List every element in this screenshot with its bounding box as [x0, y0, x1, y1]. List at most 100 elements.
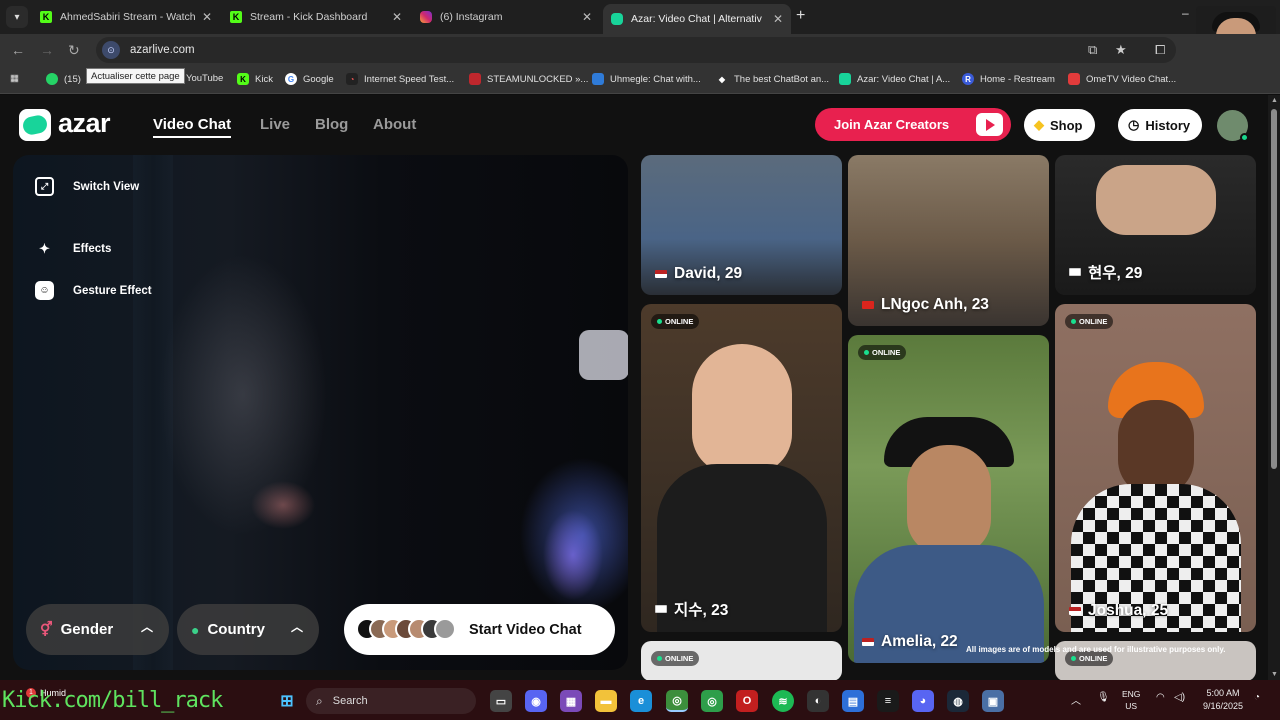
- clock-icon: ◷: [1128, 117, 1140, 132]
- tab-azar[interactable]: Azar: Video Chat | Alternativ ✕: [603, 4, 791, 34]
- reload-icon[interactable]: ↻: [68, 42, 80, 59]
- effects-button[interactable]: ✦ Effects: [35, 239, 111, 258]
- switch-view-button[interactable]: ⤢ Switch View: [35, 177, 139, 196]
- scroll-up-icon[interactable]: ▲: [1271, 97, 1278, 104]
- opera-icon[interactable]: O: [736, 690, 758, 712]
- nav-live[interactable]: Live: [260, 116, 290, 133]
- bookmark-azar[interactable]: Azar: Video Chat | A...: [839, 73, 950, 85]
- search-label: Search: [332, 695, 368, 707]
- close-icon[interactable]: ✕: [202, 10, 212, 24]
- profile-card[interactable]: LNgọc Anh, 23: [848, 155, 1049, 326]
- bookmark-speedtest[interactable]: ◔ Internet Speed Test...: [346, 73, 454, 85]
- window-app-icon[interactable]: ▣: [982, 690, 1004, 712]
- store-icon[interactable]: ▦: [560, 690, 582, 712]
- nav-video-chat[interactable]: Video Chat: [153, 116, 232, 138]
- install-app-icon[interactable]: ⧉: [1088, 42, 1097, 58]
- profile-card[interactable]: ONLINE 지수, 23: [641, 304, 842, 632]
- file-explorer-icon[interactable]: ▬: [595, 690, 617, 712]
- gesture-effect-button[interactable]: ☺ Gesture Effect: [35, 281, 152, 300]
- spotify-icon[interactable]: ≋: [772, 690, 794, 712]
- tab-title: Azar: Video Chat | Alternativ: [631, 13, 762, 25]
- bookmark-steamunlocked[interactable]: STEAMUNLOCKED »...: [469, 73, 588, 85]
- azar-logo-icon[interactable]: [19, 109, 51, 141]
- notification-bell-icon[interactable]: ◔: [1254, 692, 1260, 703]
- chevron-up-icon: ︿: [290, 620, 303, 634]
- tab-kick-dashboard[interactable]: K Stream - Kick Dashboard ✕: [222, 4, 410, 30]
- new-tab-button[interactable]: +: [796, 7, 805, 25]
- language-indicator[interactable]: ENG US: [1122, 688, 1140, 712]
- taskbar-clock[interactable]: 5:00 AM 9/16/2025: [1192, 687, 1254, 713]
- reload-tooltip: Actualiser cette page: [86, 68, 185, 84]
- history-button[interactable]: ◷ History: [1118, 109, 1203, 141]
- chevron-up-icon[interactable]: ︿: [1071, 692, 1081, 707]
- bookmark-google[interactable]: G Google: [285, 73, 334, 85]
- page-scrollbar[interactable]: ▲ ▼: [1268, 95, 1280, 680]
- country-filter[interactable]: ● Country ︿: [177, 604, 319, 655]
- obs-icon[interactable]: ◐: [807, 690, 829, 712]
- windows-start-icon[interactable]: ⊞: [276, 690, 298, 712]
- bookmark-youtube[interactable]: YouTube: [186, 73, 223, 84]
- kick-icon: K: [40, 11, 52, 23]
- task-view-icon[interactable]: ▭: [490, 690, 512, 712]
- microphone-icon[interactable]: 🎙: [1097, 692, 1110, 703]
- join-creators-button[interactable]: Join Azar Creators: [815, 108, 1011, 141]
- close-icon[interactable]: ✕: [773, 12, 783, 26]
- bookmark-restream[interactable]: R Home - Restream: [962, 73, 1055, 85]
- tab-kick-stream[interactable]: K AhmedSabiri Stream - Watch Li ✕: [32, 4, 220, 30]
- start-video-chat-button[interactable]: Start Video Chat: [344, 604, 615, 655]
- tab-search-button[interactable]: ▾: [6, 6, 28, 28]
- tab-instagram[interactable]: (6) Instagram ✕: [412, 4, 600, 30]
- extensions-icon[interactable]: ⧠: [1155, 42, 1165, 58]
- region-line: US: [1125, 701, 1138, 711]
- chrome-icon[interactable]: ◎: [666, 690, 688, 712]
- gender-filter[interactable]: ⚥ Gender ︿: [26, 604, 169, 655]
- user-avatar[interactable]: [1217, 110, 1249, 142]
- close-icon[interactable]: ✕: [582, 10, 592, 24]
- language-line: ENG: [1122, 689, 1141, 699]
- nav-blog[interactable]: Blog: [315, 116, 348, 133]
- apps-grid-icon[interactable]: ▦: [10, 73, 19, 84]
- browser-tab-bar: ▾ K AhmedSabiri Stream - Watch Li ✕ K St…: [0, 0, 1280, 34]
- diamond-icon: ◆: [1034, 117, 1044, 132]
- bookmark-ometv[interactable]: OmeTV Video Chat...: [1068, 73, 1176, 85]
- bookmark-chatbot[interactable]: ◆ The best ChatBot an...: [716, 73, 829, 85]
- bookmark-kick[interactable]: K Kick: [237, 73, 273, 85]
- profile-name: Joshua, 25: [1088, 602, 1169, 619]
- profile-card[interactable]: David, 29: [641, 155, 842, 295]
- app-icon[interactable]: ▤: [842, 690, 864, 712]
- forward-icon[interactable]: →: [40, 42, 54, 58]
- flag-us-icon: [862, 638, 874, 646]
- edge-icon[interactable]: e: [630, 690, 652, 712]
- profile-name: 지수, 23: [674, 602, 729, 619]
- scroll-down-icon[interactable]: ▼: [1271, 671, 1278, 678]
- tab-title: Stream - Kick Dashboard: [250, 11, 368, 23]
- azar-logo-text[interactable]: azar: [58, 108, 111, 139]
- profile-card[interactable]: ONLINE: [641, 641, 842, 680]
- volume-icon[interactable]: ◁): [1174, 692, 1185, 703]
- minimize-icon[interactable]: –: [1182, 6, 1189, 20]
- taskbar-search[interactable]: ⌕ Search: [306, 688, 476, 714]
- bookmark-whatsapp[interactable]: (15): [46, 73, 81, 85]
- profile-name: David, 29: [674, 265, 743, 282]
- nav-about[interactable]: About: [373, 116, 416, 133]
- capcut-icon[interactable]: ≡: [877, 690, 899, 712]
- back-icon[interactable]: ←: [11, 42, 25, 58]
- close-icon[interactable]: ✕: [392, 10, 402, 24]
- steam-icon[interactable]: ◍: [947, 690, 969, 712]
- scrollbar-thumb[interactable]: [1271, 109, 1277, 469]
- wifi-icon[interactable]: ◠: [1156, 692, 1165, 703]
- profile-card[interactable]: ONLINE Amelia, 22: [848, 335, 1049, 663]
- discord-icon[interactable]: ◕: [912, 690, 934, 712]
- address-input[interactable]: ⊙ azarlive.com: [96, 37, 1176, 63]
- bookmark-uhmegle[interactable]: Uhmegle: Chat with...: [592, 73, 701, 85]
- profile-card[interactable]: 현우, 29: [1055, 155, 1256, 295]
- gesture-effect-label: Gesture Effect: [73, 284, 152, 297]
- camera-preview: ⤢ Switch View ✦ Effects ☺ Gesture Effect: [13, 155, 628, 670]
- bookmark-star-icon[interactable]: ★: [1115, 42, 1127, 58]
- profile-card[interactable]: ONLINE Joshua, 25: [1055, 304, 1256, 632]
- chat-icon[interactable]: ◉: [525, 690, 547, 712]
- flag-us-icon: [1069, 607, 1081, 615]
- chrome-alt-icon[interactable]: ◎: [701, 690, 723, 712]
- shop-button[interactable]: ◆ Shop: [1024, 109, 1095, 141]
- site-info-icon[interactable]: ⊙: [102, 41, 120, 59]
